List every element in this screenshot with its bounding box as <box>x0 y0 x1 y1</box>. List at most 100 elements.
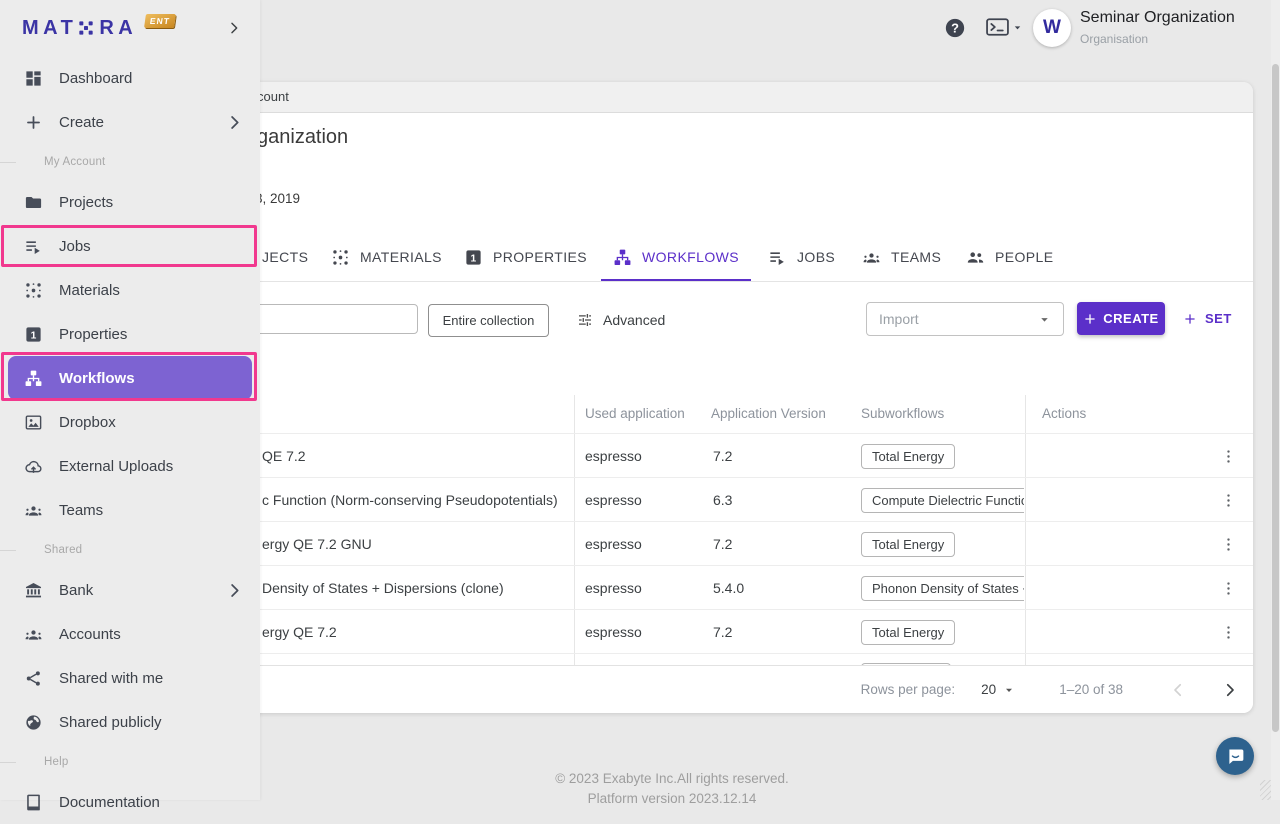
tab-properties[interactable]: 1PROPERTIES <box>464 233 587 281</box>
subworkflow-chip[interactable]: Phonon Density of States + Dispersions <box>861 576 1024 601</box>
subworkflows-cell: Phonon Density of States + Dispersions <box>861 566 1024 610</box>
used-application-cell: espresso <box>585 610 642 654</box>
pagination-range: 1–20 of 38 <box>1059 682 1123 697</box>
subworkflow-chip[interactable]: Total Energy <box>861 532 955 557</box>
sidebar-section-shared: Shared <box>0 532 260 568</box>
chat-launcher-button[interactable] <box>1216 737 1254 775</box>
sidebar-item-shared-publicly[interactable]: Shared publicly <box>0 700 260 744</box>
import-dropdown[interactable]: Import <box>866 302 1064 336</box>
svg-text:?: ? <box>951 21 959 36</box>
svg-text:1: 1 <box>470 253 476 264</box>
previous-page-button[interactable] <box>1169 681 1187 699</box>
rows-per-page-select[interactable]: 20 <box>981 682 1015 697</box>
sidebar-item-teams[interactable]: Teams <box>0 488 260 532</box>
import-placeholder: Import <box>879 311 919 327</box>
set-button[interactable]: SET <box>1183 302 1232 335</box>
row-actions-button[interactable] <box>1216 566 1240 610</box>
sidebar-section-label: My Account <box>44 156 105 168</box>
subworkflow-chip[interactable]: Total Energy <box>861 444 955 469</box>
tab-jects[interactable]: JECTS <box>262 233 308 281</box>
share-icon <box>24 669 43 688</box>
plus-icon <box>1183 312 1197 326</box>
kebab-icon <box>1220 448 1237 465</box>
section-divider <box>0 550 16 551</box>
sidebar-section-label: Help <box>44 756 68 768</box>
row-actions-button[interactable] <box>1216 522 1240 566</box>
tab-people[interactable]: PEOPLE <box>966 233 1053 281</box>
tune-icon <box>576 311 594 329</box>
tab-label: TEAMS <box>891 249 941 265</box>
materials-icon <box>24 281 43 300</box>
book-icon <box>24 793 43 812</box>
sidebar-item-properties[interactable]: 1Properties <box>0 312 260 356</box>
application-version-cell: 6.3 <box>713 478 732 522</box>
column-header-used-application: Used application <box>585 395 685 433</box>
sidebar-item-label: Create <box>59 114 209 131</box>
dashboard-icon <box>24 69 43 88</box>
chevron-right-icon <box>225 113 244 132</box>
subworkflow-chip[interactable]: Compute Dielectric Function <box>861 488 1024 513</box>
brand-logo[interactable]: MAT RA ENT <box>22 17 174 40</box>
row-actions-button[interactable] <box>1216 478 1240 522</box>
workflow-name-cell: ergy QE 7.2 <box>262 610 337 654</box>
subworkflow-chip[interactable]: Total Energy <box>861 620 955 645</box>
sidebar-item-label: Dropbox <box>59 414 244 431</box>
subworkflows-cell <box>861 654 1024 665</box>
sidebar-item-dashboard[interactable]: Dashboard <box>0 56 260 100</box>
sidebar-item-jobs[interactable]: Jobs <box>0 224 260 268</box>
sidebar-item-external-uploads[interactable]: External Uploads <box>0 444 260 488</box>
scrollbar-thumb[interactable] <box>1272 64 1279 732</box>
sidebar-item-accounts[interactable]: Accounts <box>0 612 260 656</box>
tab-materials[interactable]: MATERIALS <box>331 233 442 281</box>
sidebar-item-workflows[interactable]: Workflows <box>8 356 252 400</box>
terminal-icon <box>986 18 1009 36</box>
avatar[interactable]: W <box>1033 9 1071 47</box>
sidebar-item-bank[interactable]: Bank <box>0 568 260 612</box>
materials-icon <box>331 248 350 267</box>
advanced-filter-button[interactable]: Advanced <box>576 304 665 335</box>
properties-icon: 1 <box>464 248 483 267</box>
sidebar-item-label: Shared with me <box>59 670 244 687</box>
sidebar-item-materials[interactable]: Materials <box>0 268 260 312</box>
next-page-button[interactable] <box>1221 681 1239 699</box>
sidebar-header: MAT RA ENT <box>0 0 260 56</box>
sidebar-section-my-account: My Account <box>0 144 260 180</box>
sidebar-item-label: Materials <box>59 282 244 299</box>
rows-per-page-value: 20 <box>981 682 996 697</box>
help-button[interactable]: ? <box>944 17 966 39</box>
chevron-down-icon <box>1038 313 1051 326</box>
plus-icon <box>1083 312 1097 326</box>
section-divider <box>0 162 16 163</box>
sidebar-item-dropbox[interactable]: Dropbox <box>0 400 260 444</box>
group-icon <box>24 625 43 644</box>
tab-workflows[interactable]: WORKFLOWS <box>601 233 751 281</box>
window-scrollbar[interactable] <box>1271 0 1280 800</box>
sidebar-item-projects[interactable]: Projects <box>0 180 260 224</box>
sidebar-collapse-icon[interactable] <box>226 20 242 36</box>
sidebar-item-documentation[interactable]: Documentation <box>0 780 260 824</box>
subworkflows-cell: Compute Dielectric Function <box>861 478 1024 522</box>
create-button[interactable]: CREATE <box>1077 302 1165 335</box>
workflow-name-cell: QE 7.2 <box>262 434 306 478</box>
entire-collection-button[interactable]: Entire collection <box>428 304 549 337</box>
folder-icon <box>24 193 43 212</box>
globe-icon <box>24 713 43 732</box>
cloud-upload-icon <box>24 457 43 476</box>
sidebar-item-label: Shared publicly <box>59 714 244 731</box>
workflows-icon <box>24 369 43 388</box>
tab-teams[interactable]: TEAMS <box>862 233 941 281</box>
create-button-label: CREATE <box>1103 311 1158 326</box>
workflows-icon <box>613 248 632 267</box>
row-actions-button[interactable] <box>1216 434 1240 478</box>
sidebar-item-create[interactable]: Create <box>0 100 260 144</box>
group-icon <box>24 501 43 520</box>
tab-jobs[interactable]: JOBS <box>768 233 835 281</box>
column-header-actions: Actions <box>1042 395 1086 433</box>
sidebar-item-shared-with-me[interactable]: Shared with me <box>0 656 260 700</box>
organization-subtitle: Organisation <box>1080 32 1235 46</box>
console-button[interactable] <box>986 18 1023 36</box>
page-title: ganization <box>257 126 348 149</box>
row-actions-button[interactable] <box>1216 610 1240 654</box>
breadcrumb: count <box>257 82 289 112</box>
chevron-right-icon <box>225 581 244 600</box>
